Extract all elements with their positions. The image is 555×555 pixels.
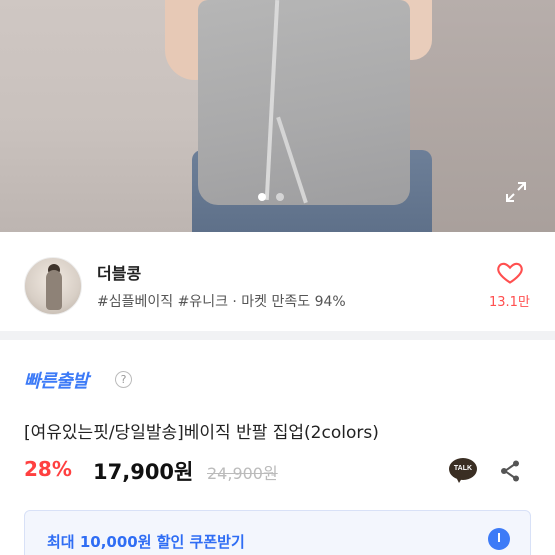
discount-rate: 28%: [24, 457, 72, 481]
gallery-dot[interactable]: [276, 193, 284, 201]
talk-bubble-label: TALK: [449, 458, 477, 480]
avatar-figure: [46, 270, 62, 310]
download-icon: [488, 528, 510, 550]
gallery-dot-active[interactable]: [258, 193, 266, 201]
coupon-label: 최대 10,000원 할인 쿠폰받기: [47, 533, 245, 551]
like-count: 13.1만: [489, 295, 530, 310]
section-divider: [0, 331, 555, 340]
sale-price: 17,900원: [93, 460, 194, 484]
product-image-gallery[interactable]: [0, 0, 555, 232]
fast-shipping-badge: 빠른출발: [24, 371, 89, 392]
product-title: [여유있는핏/당일발송]베이직 반팔 집업(2colors): [24, 423, 379, 443]
help-icon[interactable]: ?: [115, 371, 132, 388]
expand-icon[interactable]: [504, 180, 528, 204]
original-price: 24,900원: [207, 464, 278, 483]
coupon-button[interactable]: 최대 10,000원 할인 쿠폰받기: [24, 510, 531, 555]
gallery-pagination: [258, 193, 284, 201]
shop-avatar[interactable]: [24, 257, 82, 315]
heart-icon[interactable]: [496, 258, 524, 286]
photo-gray-zip-shirt: [198, 0, 410, 205]
kakao-talk-icon[interactable]: TALK: [449, 458, 477, 483]
shop-info[interactable]: 더블콩 #심플베이직 #유니크 · 마켓 만족도 94% 13.1만: [0, 232, 555, 330]
share-icon[interactable]: [499, 459, 521, 483]
shop-tags-satisfaction: #심플베이직 #유니크 · 마켓 만족도 94%: [97, 294, 346, 310]
shop-name[interactable]: 더블콩: [97, 260, 141, 284]
